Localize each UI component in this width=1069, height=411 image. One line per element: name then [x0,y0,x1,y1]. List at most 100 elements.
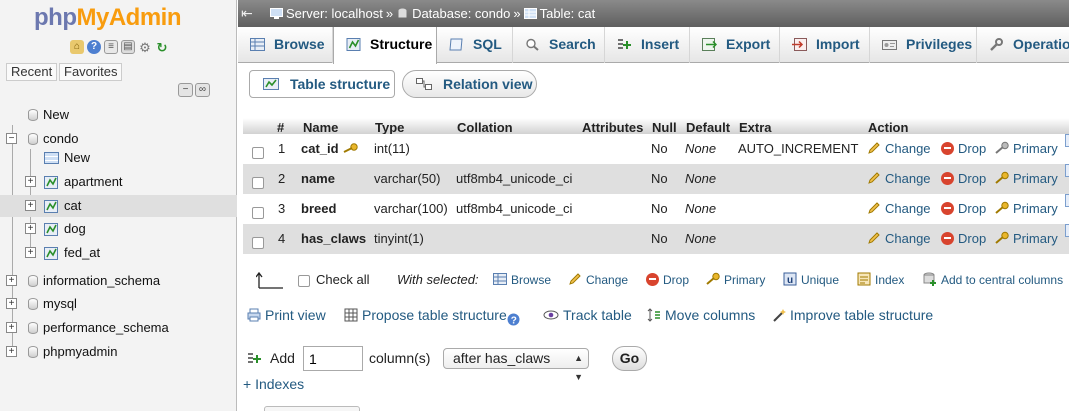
tree-item-cat[interactable]: + cat [0,195,237,217]
key-icon [995,171,1009,184]
expand-icon[interactable]: + [6,346,17,357]
subtab-relation-view[interactable]: Relation view [402,70,537,98]
drop-icon [941,172,954,185]
expand-icon[interactable]: + [6,298,17,309]
print-view-link[interactable]: Print view [247,303,326,327]
cell-default: None [685,231,717,246]
tab-import[interactable]: Import [780,27,870,63]
tree-item-apartment[interactable]: + apartment [0,171,237,193]
cell-null: No [651,231,668,246]
help-icon[interactable]: ? [507,309,520,333]
tab-export[interactable]: Export [690,27,780,63]
tab-search[interactable]: Search [513,27,605,63]
sql-docs-icon[interactable]: ▤ [121,40,135,54]
primary-button[interactable]: Primary [995,164,1058,194]
bulk-unique-button[interactable]: u Unique [783,266,839,294]
collapse-icon[interactable]: − [6,133,17,144]
phpmyadmin-logo[interactable]: phpMyAdmin [34,4,181,32]
drop-button[interactable]: Drop [941,224,986,254]
pencil-icon [868,142,880,154]
breadcrumb-server[interactable]: Server: localhost [286,6,383,21]
cell-type: int(11) [374,141,410,156]
go-button[interactable]: Go [612,346,647,371]
tree-item-performance-schema[interactable]: + performance_schema [0,317,237,339]
tab-label: Browse [274,36,325,52]
row-checkbox[interactable] [252,207,264,219]
home-icon[interactable]: ⌂ [70,40,84,54]
track-table-link[interactable]: Track table [543,303,632,327]
drop-button[interactable]: Drop [941,164,986,194]
collapse-nav-arrow-icon[interactable]: ⇤ [241,0,253,27]
link-with-main-icon[interactable]: ∞ [195,83,210,97]
key-icon [995,201,1009,214]
select-arrows-icon: ▲ ▼ [574,353,583,382]
expand-icon[interactable]: + [25,200,36,211]
row-checkbox[interactable] [252,237,264,249]
primary-button[interactable]: Primary [995,194,1058,224]
favorites-tab[interactable]: Favorites [59,63,123,81]
tree-item-dog[interactable]: + dog [0,218,237,240]
column-count-input[interactable] [303,346,363,371]
column-position-select[interactable]: after has_claws ▲ ▼ [443,348,589,382]
subtab-table-structure[interactable]: Table structure [249,70,395,98]
improve-structure-link[interactable]: Improve table structure [772,303,933,327]
primary-button[interactable]: Primary [995,224,1058,254]
tree-item-mysql[interactable]: + mysql [0,293,237,315]
change-button[interactable]: Change [867,224,931,254]
bulk-primary-button[interactable]: Primary [706,266,765,294]
bulk-primary-label: Primary [724,273,766,287]
documentation-icon[interactable]: ≡ [104,40,118,54]
gear-icon[interactable]: ⚙ [138,40,152,54]
tree-item-phpmyadmin[interactable]: + phpmyadmin [0,341,237,363]
tree-item-information-schema[interactable]: + information_schema [0,270,237,292]
more-icon[interactable] [1065,224,1069,237]
help-icon[interactable]: ? [87,40,101,54]
breadcrumb-database[interactable]: Database: condo [412,6,510,21]
drop-button[interactable]: Drop [941,134,986,164]
collapse-all-icon[interactable]: − [178,83,193,97]
more-icon[interactable] [1065,164,1069,177]
tree-item-new-table[interactable]: New [0,147,237,169]
tab-sql[interactable]: SQL [437,27,513,63]
bulk-drop-button[interactable]: Drop [646,266,689,294]
change-button[interactable]: Change [867,134,931,164]
expand-icon[interactable]: + [25,223,36,234]
change-button[interactable]: Change [867,194,931,224]
change-button[interactable]: Change [867,164,931,194]
tree-item-fed-at[interactable]: + fed_at [0,242,237,264]
insert-column-icon [248,353,261,363]
propose-structure-link[interactable]: Propose table structure [344,303,507,327]
propose-structure-icon [344,308,358,322]
recent-tab[interactable]: Recent [6,63,58,81]
primary-button[interactable]: Primary [995,134,1058,164]
bulk-add-central-button[interactable]: Add to central columns [923,266,1063,294]
expand-icon[interactable]: + [6,322,17,333]
expand-icon[interactable]: + [25,247,36,258]
more-icon[interactable] [1065,194,1069,207]
expand-icon[interactable]: + [25,176,36,187]
tab-structure[interactable]: Structure [333,27,437,64]
breadcrumb-table[interactable]: Table: cat [540,6,596,21]
row-checkbox[interactable] [252,177,264,189]
tab-privileges[interactable]: Privileges [870,27,977,63]
propose-structure-label: Propose table structure [362,307,507,323]
bulk-change-button[interactable]: Change [568,266,628,294]
check-all-label[interactable]: Check all [316,266,369,294]
expand-icon[interactable]: + [6,275,17,286]
bulk-index-button[interactable]: Index [857,266,904,294]
tree-item-new-database[interactable]: New [0,104,237,126]
check-all-checkbox[interactable] [298,275,310,287]
table-structure-icon [44,223,58,236]
tab-browse[interactable]: Browse [238,27,333,63]
indexes-link[interactable]: + Indexes [243,376,304,392]
tab-insert[interactable]: Insert [605,27,690,63]
table-structure-icon [44,200,58,213]
tree-item-label: mysql [43,296,77,311]
bulk-browse-button[interactable]: Browse [493,266,551,294]
tab-operations[interactable]: Operations [977,27,1069,63]
move-columns-link[interactable]: Move columns [647,303,755,327]
reload-icon[interactable]: ↻ [155,40,169,54]
row-checkbox[interactable] [252,147,264,159]
drop-button[interactable]: Drop [941,194,986,224]
more-icon[interactable] [1065,134,1069,147]
